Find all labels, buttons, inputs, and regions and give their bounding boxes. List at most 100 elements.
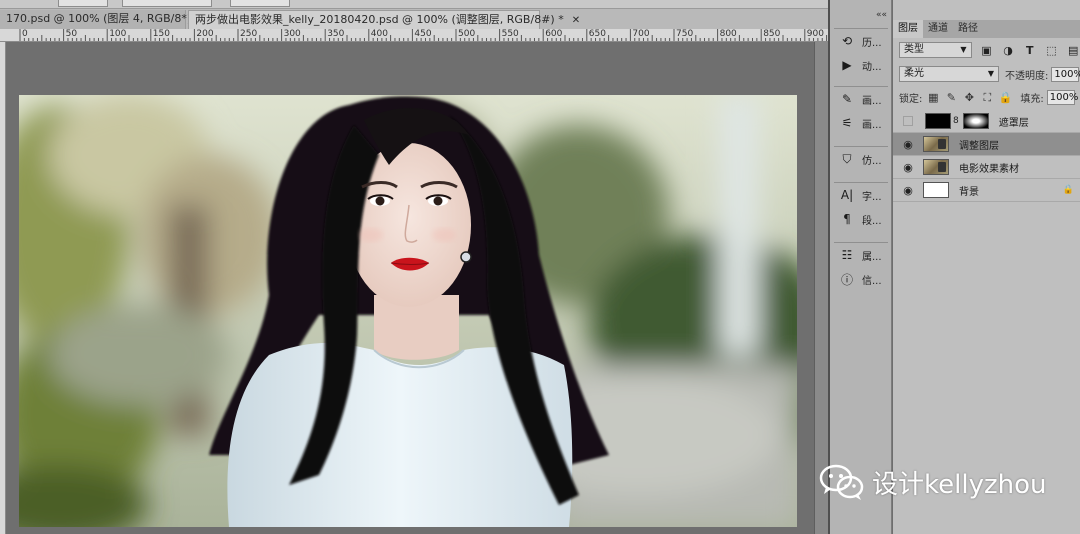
- layer-row[interactable]: 8 遮罩层: [893, 110, 1080, 133]
- ruler-tick-label: 300: [283, 29, 301, 39]
- dock-item-character[interactable]: A| 字...: [834, 183, 888, 207]
- lock-label: 锁定:: [899, 94, 923, 105]
- filter-kind-select[interactable]: 类型 ▼: [899, 42, 972, 58]
- ruler-tick-label: 350: [327, 29, 345, 39]
- history-icon: ⟲: [841, 34, 853, 48]
- tab-label: 两步做出电影效果_kelly_20180420.psd @ 100% (调整图层…: [195, 13, 564, 26]
- eye-icon[interactable]: ◉: [901, 183, 915, 197]
- dock-item-label: 动...: [862, 61, 882, 73]
- character-icon: A|: [840, 188, 854, 202]
- ruler-tick-label: 750: [676, 29, 694, 39]
- layer-thumbnail: [923, 182, 949, 198]
- wechat-icon: [818, 462, 866, 502]
- adjustment-filter-icon[interactable]: ◑: [1001, 43, 1015, 57]
- ruler-tick-label: 200: [196, 29, 214, 39]
- vertical-scrollbar[interactable]: [814, 42, 828, 534]
- options-field[interactable]: [58, 0, 108, 7]
- dock-item-actions[interactable]: ▶ 动...: [834, 53, 888, 77]
- tab-document-170[interactable]: 170.psd @ 100% (图层 4, RGB/8*) *✕: [0, 10, 217, 29]
- dock-item-label: 画...: [862, 119, 882, 131]
- document-tab-bar: 170.psd @ 100% (图层 4, RGB/8*) *✕ 两步做出电影效…: [0, 9, 828, 29]
- dock-group-type: A| 字... ¶ 段...: [834, 182, 888, 231]
- document-image[interactable]: [19, 95, 797, 527]
- dock-group-clone: ⛉ 仿...: [834, 146, 888, 171]
- type-filter-icon[interactable]: T: [1023, 43, 1037, 57]
- ruler-tick-label: 450: [414, 29, 432, 39]
- ruler-tick-label: 0: [22, 29, 28, 39]
- layer-name: 调整图层: [959, 140, 999, 152]
- visibility-toggle[interactable]: [903, 116, 913, 126]
- layer-row[interactable]: ◉ 背景 🔒: [893, 179, 1080, 202]
- collapse-panels-icon[interactable]: ««: [876, 10, 887, 20]
- tab-layers[interactable]: 图层: [893, 20, 923, 38]
- blend-row: 柔光 ▼ 不透明度: 100%: [893, 66, 1080, 82]
- filter-kind-value: 类型: [904, 44, 924, 55]
- layer-row[interactable]: ◉ 调整图层: [893, 133, 1080, 156]
- layer-mask-thumbnail[interactable]: [962, 113, 989, 129]
- panel-tabs: 图层 通道 路径: [893, 20, 1080, 38]
- lock-all-icon[interactable]: 🔒: [998, 91, 1013, 105]
- dock-item-label: 属...: [862, 251, 882, 263]
- dock-item-label: 画...: [862, 95, 882, 107]
- options-bar-fragment: [0, 0, 828, 9]
- watermark: 设计kellyzhou: [818, 462, 1046, 502]
- fill-field[interactable]: 100%: [1046, 90, 1078, 105]
- dock-item-paragraph[interactable]: ¶ 段...: [834, 207, 888, 231]
- eye-icon[interactable]: ◉: [901, 160, 915, 174]
- layer-name: 电影效果素材: [959, 163, 1019, 175]
- chain-link-icon[interactable]: 8: [953, 116, 959, 126]
- chevron-down-icon: ▼: [960, 45, 967, 54]
- image-filter-icon[interactable]: ▣: [980, 43, 994, 57]
- lock-position-icon[interactable]: ✥: [962, 91, 976, 105]
- tab-document-active[interactable]: 两步做出电影效果_kelly_20180420.psd @ 100% (调整图层…: [188, 10, 580, 29]
- dock-item-properties[interactable]: ☷ 属...: [834, 243, 888, 267]
- brush-icon: ✎: [841, 92, 853, 106]
- dock-item-clone-source[interactable]: ⛉ 仿...: [834, 147, 888, 171]
- ruler-tick-label: 50: [65, 29, 78, 39]
- layer-thumbnail: [923, 136, 949, 152]
- ruler-tick-label: 550: [501, 29, 519, 39]
- lock-transparent-icon[interactable]: ▦: [926, 91, 940, 105]
- dock-item-history[interactable]: ⟲ 历...: [834, 29, 888, 53]
- close-icon[interactable]: ✕: [572, 15, 580, 26]
- dock-item-label: 信...: [862, 275, 882, 287]
- horizontal-ruler: 0 50 100 150 200 250 300 350 400 450 500 550 600 650 7…: [0, 29, 828, 42]
- paragraph-icon: ¶: [843, 212, 851, 226]
- layers-panel: 图层 通道 路径 类型 ▼ ▣ ◑ T ⬚ ▤ 柔光 ▼ 不透明度: 100% 锁定…: [893, 0, 1080, 534]
- layer-name: 遮罩层: [998, 117, 1029, 129]
- dock-group-brush: ✎ 画... ⚟ 画...: [834, 86, 888, 135]
- blend-mode-select[interactable]: 柔光 ▼: [899, 66, 999, 82]
- info-icon: ⓘ: [840, 272, 853, 287]
- play-icon: ▶: [842, 58, 852, 72]
- ruler-tick-label: 150: [152, 29, 170, 39]
- eye-icon[interactable]: ◉: [901, 137, 915, 151]
- filter-row: 类型 ▼ ▣ ◑ T ⬚ ▤: [893, 42, 1080, 58]
- chevron-down-icon: ▼: [987, 69, 994, 78]
- dock-group-properties: ☷ 属... ⓘ 信...: [834, 242, 888, 291]
- dock-item-brush[interactable]: ✎ 画...: [834, 87, 888, 111]
- brush-settings-icon: ⚟: [841, 116, 853, 130]
- portrait-photo: [19, 95, 797, 527]
- options-field[interactable]: [230, 0, 290, 7]
- options-field[interactable]: [122, 0, 212, 7]
- layer-thumbnail: [925, 113, 951, 129]
- ruler-tick-label: 850: [763, 29, 781, 39]
- smart-object-filter-icon[interactable]: ▤: [1066, 43, 1080, 57]
- dock-item-brush-settings[interactable]: ⚟ 画...: [834, 111, 888, 135]
- lock-artboard-icon[interactable]: ⛶: [980, 91, 994, 105]
- ruler-tick-label: 250: [240, 29, 258, 39]
- tab-paths[interactable]: 路径: [953, 20, 983, 38]
- dock-item-label: 仿...: [862, 155, 882, 167]
- ruler-tick-label: 400: [370, 29, 388, 39]
- layer-thumbnail: [923, 159, 949, 175]
- opacity-field[interactable]: 100%: [1051, 66, 1080, 82]
- tab-label: 170.psd @ 100% (图层 4, RGB/8*) *: [6, 12, 201, 25]
- dock-item-info[interactable]: ⓘ 信...: [834, 267, 888, 291]
- ruler-tick-label: 900: [806, 29, 824, 39]
- tab-channels[interactable]: 通道: [923, 20, 953, 38]
- layer-row[interactable]: ◉ 电影效果素材: [893, 156, 1080, 179]
- lock-pixels-icon[interactable]: ✎: [944, 91, 958, 105]
- layer-name: 背景: [959, 186, 979, 198]
- shape-filter-icon[interactable]: ⬚: [1045, 43, 1059, 57]
- ruler-tick-label: 500: [458, 29, 476, 39]
